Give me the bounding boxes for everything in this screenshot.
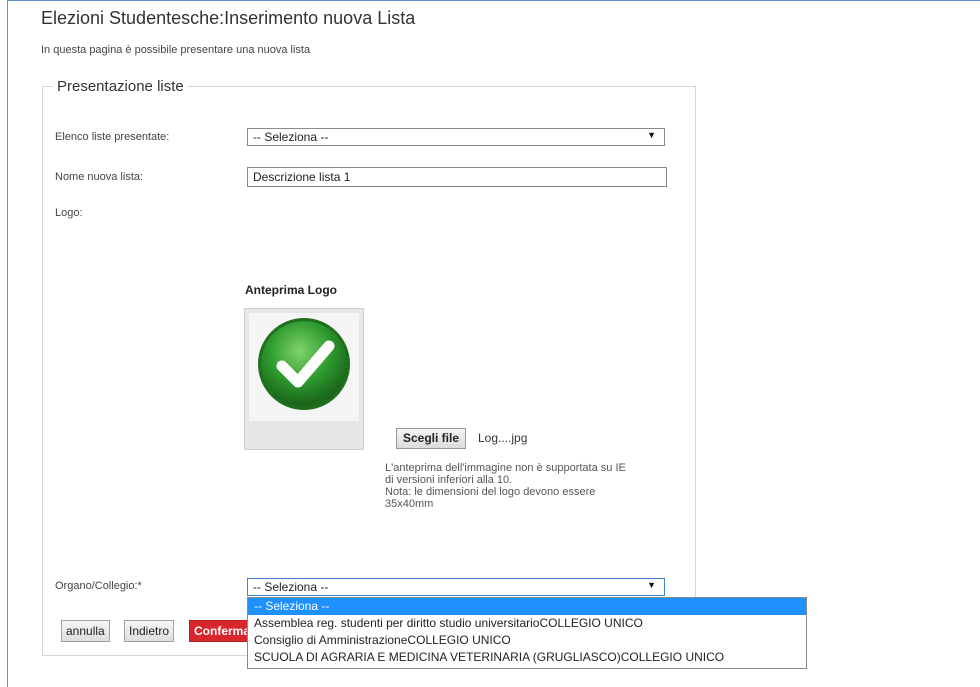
- logo-label: Logo:: [55, 207, 83, 219]
- logo-preview-area: [249, 313, 359, 421]
- dropdown-option[interactable]: -- Seleziona --: [248, 598, 806, 615]
- organo-value: -- Seleziona --: [253, 580, 329, 594]
- elenco-liste-label: Elenco liste presentate:: [55, 131, 170, 143]
- file-name: Log....jpg: [478, 431, 528, 445]
- presentazione-fieldset: Presentazione liste: [42, 78, 696, 656]
- organo-dropdown-list[interactable]: -- Seleziona -- Assemblea reg. studenti …: [247, 597, 807, 669]
- choose-file-button[interactable]: Scegli file: [396, 428, 467, 449]
- dropdown-arrow-icon: ▼: [647, 580, 656, 590]
- organo-label: Organo/Collegio:*: [55, 580, 142, 592]
- elenco-liste-value: -- Seleziona --: [253, 130, 329, 144]
- dropdown-option[interactable]: Assemblea reg. studenti per diritto stud…: [248, 615, 806, 632]
- logo-preview: [244, 308, 364, 450]
- dropdown-arrow-icon: ▼: [647, 130, 656, 140]
- green-checkmark-icon: [258, 318, 350, 410]
- note-line: Nota: le dimensioni del logo devono esse…: [385, 486, 596, 498]
- organo-select[interactable]: -- Seleziona -- ▼: [247, 578, 665, 596]
- page-title: Elezioni Studentesche:Inserimento nuova …: [41, 8, 416, 28]
- dropdown-option[interactable]: Consiglio di AmministrazioneCOLLEGIO UNI…: [248, 632, 806, 649]
- page-subtitle: In questa pagina è possibile presentare …: [41, 44, 311, 56]
- note-line: L'anteprima dell'immagine non è supporta…: [385, 462, 626, 474]
- note-line: 35x40mm: [385, 498, 434, 510]
- preview-label: Anteprima Logo: [245, 283, 337, 297]
- note-line: di versioni inferiori alla 10.: [385, 474, 513, 486]
- indietro-button[interactable]: Indietro: [124, 620, 175, 642]
- elenco-liste-select[interactable]: -- Seleziona -- ▼: [247, 128, 665, 146]
- dropdown-option[interactable]: SCUOLA DI AGRARIA E MEDICINA VETERINARIA…: [248, 649, 806, 666]
- nome-lista-label: Nome nuova lista:: [55, 171, 144, 183]
- nome-lista-input[interactable]: Descrizione lista 1: [247, 167, 667, 187]
- logo-note: L'anteprima dell'immagine non è supporta…: [385, 462, 695, 510]
- fieldset-legend: Presentazione liste: [57, 78, 184, 95]
- annulla-button[interactable]: annulla: [61, 620, 110, 642]
